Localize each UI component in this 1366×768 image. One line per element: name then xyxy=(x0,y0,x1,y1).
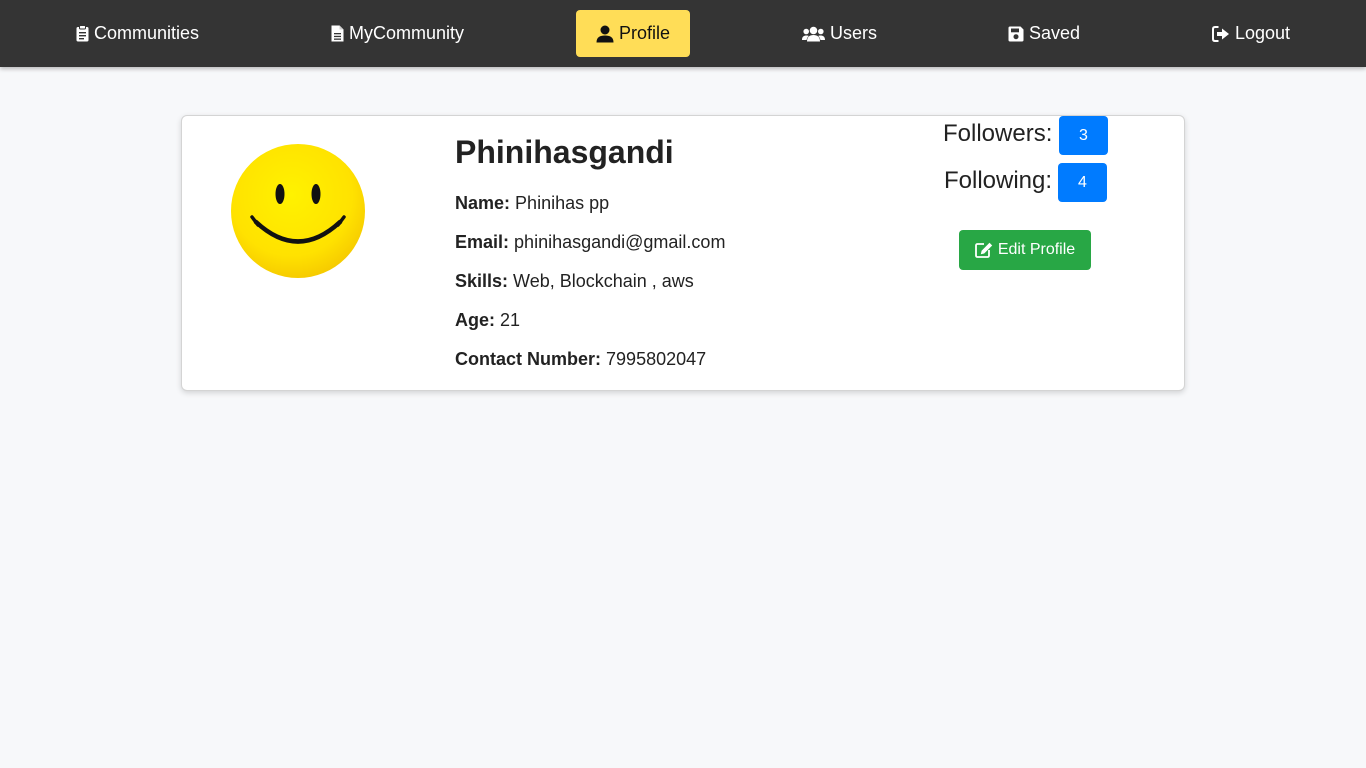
skills-label: Skills: xyxy=(455,271,509,291)
profile-card: Phinihasgandi Name: Phinihas pp Email: p… xyxy=(181,115,1185,391)
users-icon xyxy=(801,26,825,42)
nav-logout[interactable]: Logout xyxy=(1195,10,1307,57)
profile-email-row: Email: phinihasgandi@gmail.com xyxy=(455,232,725,253)
email-value: phinihasgandi@gmail.com xyxy=(514,232,726,252)
following-count-badge[interactable]: 4 xyxy=(1058,163,1107,202)
nav-mycommunity-label: MyCommunity xyxy=(348,23,464,43)
name-label: Name: xyxy=(455,193,511,213)
clipboard-icon xyxy=(76,25,89,42)
document-icon xyxy=(331,25,344,42)
profile-contact-row: Contact Number: 7995802047 xyxy=(455,349,706,370)
nav-saved-label: Saved xyxy=(1028,23,1081,43)
nav-users-label: Users xyxy=(829,23,877,43)
contact-value: 7995802047 xyxy=(606,349,707,369)
edit-icon xyxy=(974,242,993,258)
top-navbar: Communities MyCommunity Profile Users Sa… xyxy=(0,0,1366,67)
age-value: 21 xyxy=(500,310,521,330)
following-label: Following: xyxy=(944,167,1053,194)
nav-mycommunity[interactable]: MyCommunity xyxy=(320,10,475,57)
nav-saved[interactable]: Saved xyxy=(990,10,1098,57)
followers-label: Followers: xyxy=(943,120,1053,147)
skills-value: Web, Blockchain , aws xyxy=(513,271,694,291)
age-label: Age: xyxy=(455,310,495,330)
user-icon xyxy=(596,25,614,43)
edit-profile-label: Edit Profile xyxy=(997,241,1076,258)
edit-profile-button[interactable]: Edit Profile xyxy=(959,230,1091,270)
nav-logout-label: Logout xyxy=(1234,23,1291,43)
nav-communities-label: Communities xyxy=(93,23,200,43)
nav-communities[interactable]: Communities xyxy=(60,10,215,57)
profile-name-row: Name: Phinihas pp xyxy=(455,193,609,214)
nav-users[interactable]: Users xyxy=(782,10,897,57)
nav-profile-label: Profile xyxy=(618,23,671,43)
contact-label: Contact Number: xyxy=(455,349,602,369)
profile-age-row: Age: 21 xyxy=(455,310,520,331)
email-label: Email: xyxy=(455,232,510,252)
smiley-face-icon xyxy=(230,143,366,279)
nav-profile[interactable]: Profile xyxy=(576,10,690,57)
profile-skills-row: Skills: Web, Blockchain , aws xyxy=(455,271,694,292)
logout-icon xyxy=(1211,25,1230,42)
followers-count-badge[interactable]: 3 xyxy=(1059,116,1108,155)
name-value: Phinihas pp xyxy=(515,193,610,213)
save-icon xyxy=(1008,26,1024,42)
profile-username: Phinihasgandi xyxy=(455,134,674,170)
